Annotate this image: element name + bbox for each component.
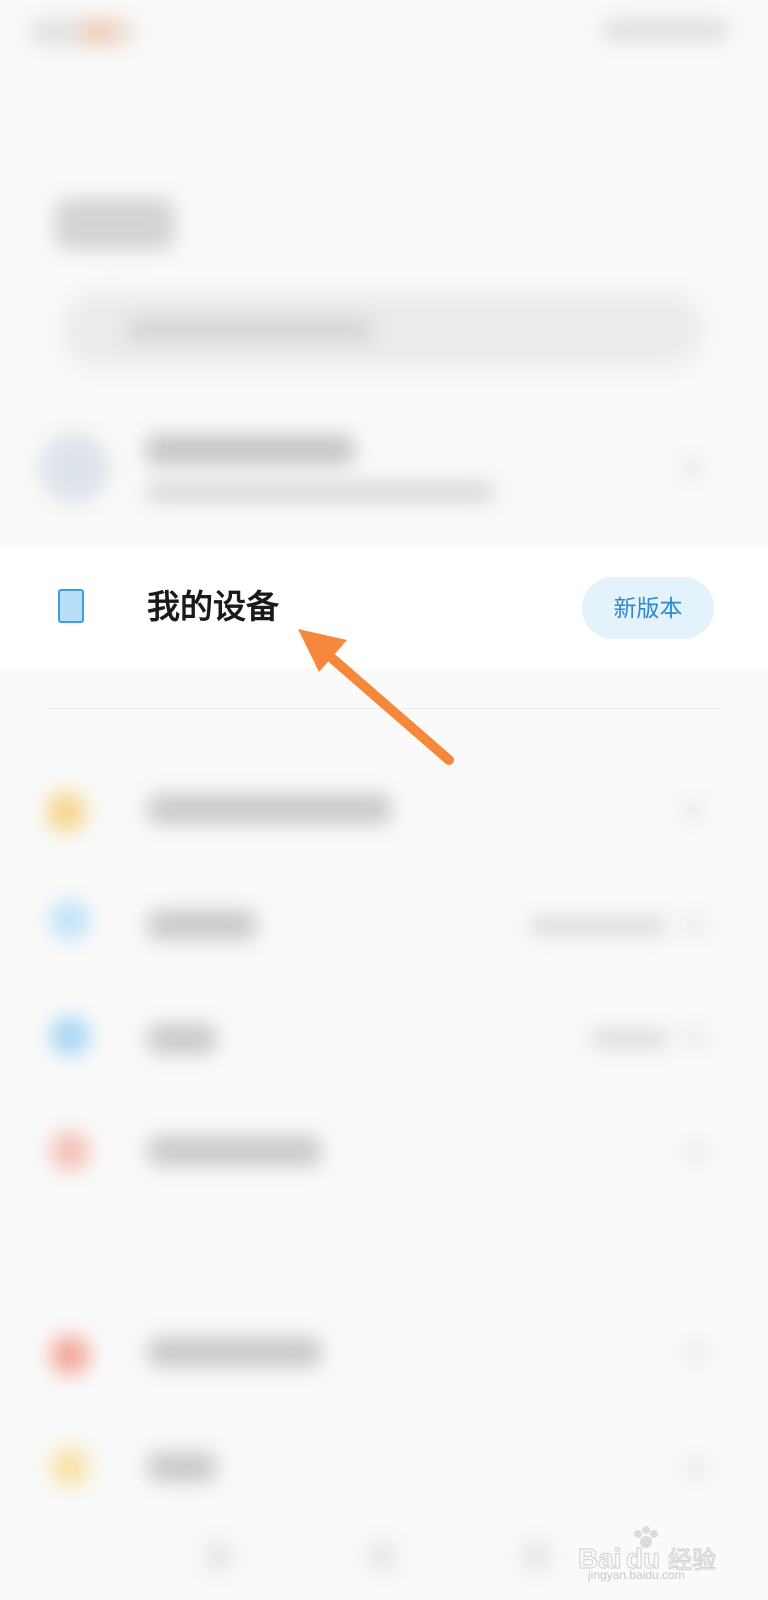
chevron-right-icon — [688, 1460, 704, 1476]
list-item-icon — [50, 1335, 90, 1375]
list-item-label — [147, 1452, 217, 1482]
list-item-value — [590, 1030, 670, 1048]
chevron-right-icon — [688, 1144, 704, 1160]
list-item-value — [528, 917, 668, 935]
list-item-icon — [50, 1016, 90, 1056]
list-item-label — [147, 910, 257, 940]
chevron-right-icon — [688, 1345, 704, 1361]
chevron-right-icon — [688, 1030, 704, 1046]
chevron-right-icon — [685, 802, 701, 818]
list-item-icon — [50, 1447, 90, 1487]
bottom-nav-item[interactable] — [522, 1542, 550, 1570]
list-item-icon — [50, 900, 90, 940]
bottom-nav-item[interactable] — [205, 1542, 233, 1570]
chevron-right-icon — [688, 917, 704, 933]
watermark-url: jingyan.baidu.com — [588, 1568, 685, 1582]
list-item-icon — [50, 1131, 90, 1171]
list-item-label — [147, 1337, 322, 1367]
list-item-icon — [46, 792, 86, 832]
list-item-label — [147, 1024, 217, 1054]
list-item-label — [147, 1136, 322, 1166]
bottom-nav-item[interactable] — [368, 1542, 396, 1570]
list-item-label — [147, 794, 392, 824]
